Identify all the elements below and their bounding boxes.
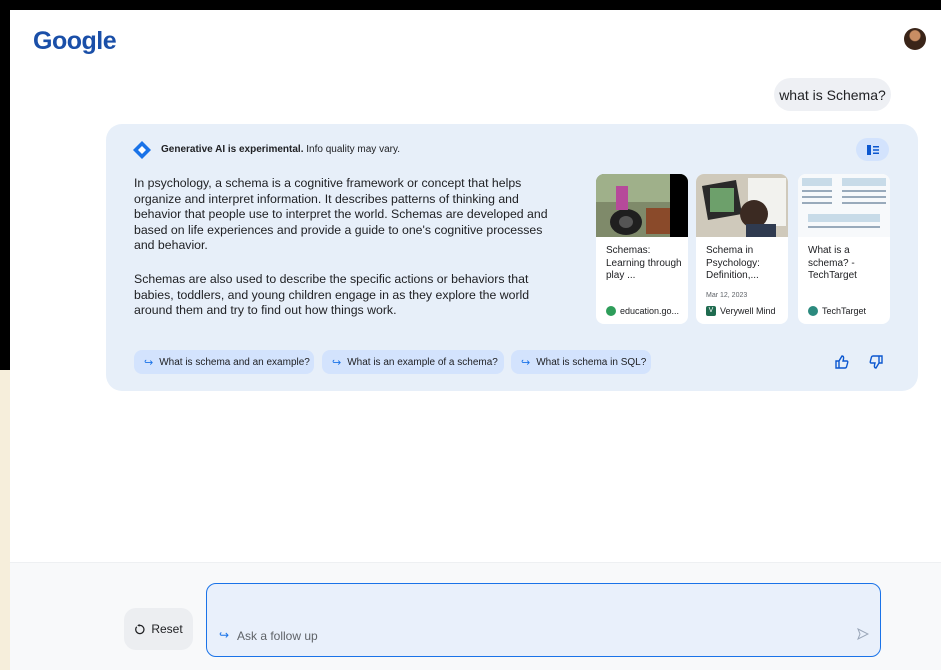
answer-paragraph-2: Schemas are also used to describe the sp… [134,272,530,317]
account-avatar[interactable] [904,28,926,50]
chip-label-3: What is schema in SQL? [536,356,647,368]
ai-answer-card: Generative AI is experimental. Info qual… [106,124,918,391]
followup-input[interactable] [235,628,819,644]
source-thumbnail-1 [596,174,688,237]
follow-arrow-icon: ↪ [219,628,230,642]
reset-button[interactable]: Reset [124,608,193,650]
source-card-3[interactable]: What is a schema? - TechTarget TechTarge… [798,174,890,324]
send-icon[interactable] [857,628,869,640]
source-favicon-1 [606,306,616,316]
sources-panel-button[interactable] [856,138,889,161]
source-card-1[interactable]: Schemas: Learning through play ... educa… [596,174,688,324]
source-thumbnail-3 [798,174,890,237]
answer-paragraph-1: In psychology, a schema is a cognitive f… [134,176,548,252]
source-site-1: education.go... [606,306,679,316]
reset-label: Reset [151,622,183,636]
ai-disclaimer: Generative AI is experimental. Info qual… [161,144,400,155]
thumbs-down-icon[interactable] [869,355,883,369]
source-title-2: Schema in Psychology: Definition,... [706,245,760,281]
followup-input-box[interactable]: ↪ [206,583,881,657]
reset-icon [135,623,145,634]
disclaimer-rest: Info quality may vary. [303,144,401,155]
related-question-chip-3[interactable]: ↪ What is schema in SQL? [511,350,651,374]
follow-arrow-icon: ↪ [521,356,531,369]
chip-label-2: What is an example of a schema? [347,356,498,368]
google-logo[interactable]: Google [33,27,117,56]
source-site-2: V Verywell Mind [706,306,776,316]
source-title-3: What is a schema? - TechTarget [808,245,857,281]
thumbs-up-icon[interactable] [835,355,849,369]
source-site-3: TechTarget [808,306,866,316]
followup-bar: Reset ↪ [10,562,941,670]
follow-arrow-icon: ↪ [144,356,154,369]
related-question-chip-2[interactable]: ↪ What is an example of a schema? [322,350,504,374]
app-window: Google what is Schema? Generative AI is … [10,10,941,670]
source-title-1: Schemas: Learning through play ... [606,245,682,281]
panel-icon [866,144,879,155]
disclaimer-bold: Generative AI is experimental. [161,144,304,155]
page-edge-strip [0,370,10,670]
generative-ai-icon [133,141,151,159]
chip-label-1: What is schema and an example? [159,356,310,368]
source-site-label-2: Verywell Mind [720,306,776,316]
user-query-bubble: what is Schema? [774,78,891,111]
follow-arrow-icon: ↪ [332,356,342,369]
verywell-favicon: V [706,306,716,316]
related-question-chip-1[interactable]: ↪ What is schema and an example? [134,350,314,374]
source-site-label-3: TechTarget [822,306,867,316]
source-favicon-3 [808,306,818,316]
source-card-2[interactable]: Schema in Psychology: Definition,... Mar… [696,174,788,324]
source-date-2: Mar 12, 2023 [706,292,748,299]
source-site-label-1: education.go... [620,306,680,316]
source-thumbnail-2 [696,174,788,237]
